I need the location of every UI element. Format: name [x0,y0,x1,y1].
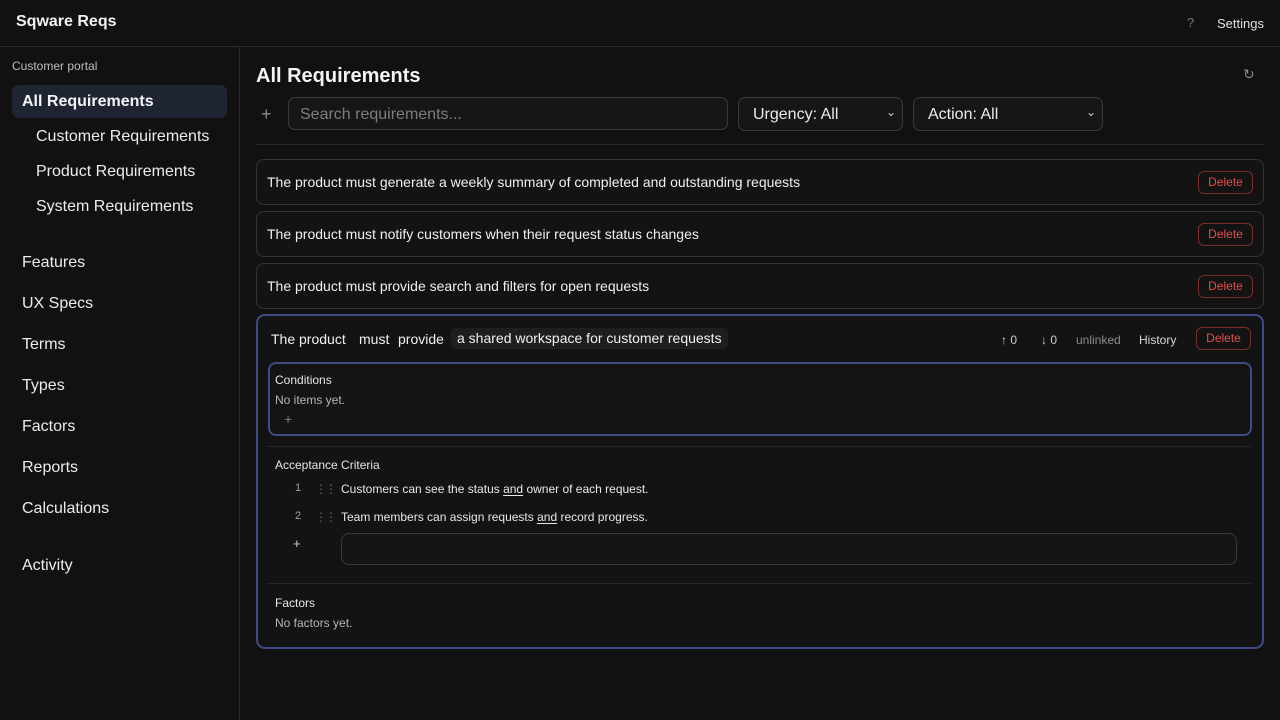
criterion-text[interactable]: Customers can see the status and owner o… [341,482,649,496]
action-filter-select[interactable]: Action: All ⌄ [913,97,1103,131]
sidebar-item-calculations[interactable]: Calculations [22,500,109,518]
refresh-icon[interactable]: ↻ [1243,66,1255,83]
sidebar-item-factors[interactable]: Factors [22,418,75,436]
sidebar-item-terms[interactable]: Terms [22,336,66,354]
toolbar-divider [256,144,1264,145]
add-criterion-icon[interactable]: + [293,536,301,551]
factors-empty-text: No factors yet. [275,616,353,630]
history-button[interactable]: History [1139,333,1176,347]
requirement-subject[interactable]: The product [271,331,346,347]
sidebar-item-ux-specs[interactable]: UX Specs [22,295,93,313]
help-icon[interactable]: ? [1187,15,1194,30]
requirement-row[interactable]: The product must generate a weekly summa… [256,159,1264,205]
sidebar-item-label: All Requirements [22,93,154,110]
requirement-object[interactable]: a shared workspace for customer requests [451,328,728,349]
expanded-requirement: The product must provide a shared worksp… [256,314,1264,649]
search-placeholder: Search requirements... [300,106,462,123]
requirement-text[interactable]: The product must notify customers when t… [267,226,699,242]
page-title: All Requirements [256,65,421,87]
sidebar-item-activity[interactable]: Activity [22,557,73,575]
app-title[interactable]: Sqware Reqs [16,13,116,31]
section-divider [267,583,1251,584]
chevron-down-icon: ⌄ [885,105,896,119]
sidebar-item-customer-requirements[interactable]: Customer Requirements [36,128,209,146]
factors-title: Factors [275,596,316,610]
downstream-count[interactable]: ↓ 0 [1041,333,1057,347]
delete-button[interactable]: Delete [1198,275,1253,298]
top-bar: Sqware Reqs ? Settings [0,0,1280,47]
acceptance-criteria-title: Acceptance Criteria [275,458,380,472]
conditions-title: Conditions [275,373,332,387]
sidebar-item-all-requirements[interactable]: All Requirements [12,85,227,118]
urgency-filter-select[interactable]: Urgency: All ⌄ [738,97,903,131]
drag-handle-icon[interactable]: ⋮⋮ [315,482,337,496]
sidebar-item-types[interactable]: Types [22,377,65,395]
urgency-filter-label: Urgency: All [753,106,839,123]
delete-button[interactable]: Delete [1196,327,1251,350]
delete-button[interactable]: Delete [1198,223,1253,246]
add-requirement-icon[interactable]: + [261,104,272,125]
action-filter-label: Action: All [928,106,999,123]
requirement-text[interactable]: The product must generate a weekly summa… [267,174,800,190]
sidebar: Customer portal All Requirements Custome… [0,47,240,720]
sidebar-item-system-requirements[interactable]: System Requirements [36,198,193,216]
project-label: Customer portal [12,59,98,73]
sidebar-item-features[interactable]: Features [22,254,85,272]
upstream-count[interactable]: ↑ 0 [1001,333,1017,347]
conditions-empty-text: No items yet. [275,393,346,407]
requirement-row[interactable]: The product must provide search and filt… [256,263,1264,309]
section-divider [267,446,1251,447]
criterion-text[interactable]: Team members can assign requests and rec… [341,510,648,524]
chevron-down-icon: ⌄ [1085,105,1096,119]
search-input[interactable]: Search requirements... [288,97,728,130]
criterion-number: 1 [295,482,302,494]
requirement-modal[interactable]: must [359,331,389,347]
add-condition-icon[interactable]: + [284,411,292,427]
settings-link[interactable]: Settings [1217,16,1264,31]
link-status: unlinked [1076,333,1121,347]
requirement-verb[interactable]: provide [398,331,444,347]
drag-handle-icon[interactable]: ⋮⋮ [315,510,337,524]
main-panel: All Requirements ↻ + Search requirements… [240,47,1280,720]
sidebar-item-product-requirements[interactable]: Product Requirements [36,163,195,181]
conditions-section: Conditions No items yet. + [268,362,1252,436]
requirement-text[interactable]: The product must provide search and filt… [267,278,649,294]
requirement-row[interactable]: The product must notify customers when t… [256,211,1264,257]
new-criterion-input[interactable] [341,533,1237,565]
sidebar-item-reports[interactable]: Reports [22,459,78,477]
criterion-number: 2 [295,510,302,522]
delete-button[interactable]: Delete [1198,171,1253,194]
